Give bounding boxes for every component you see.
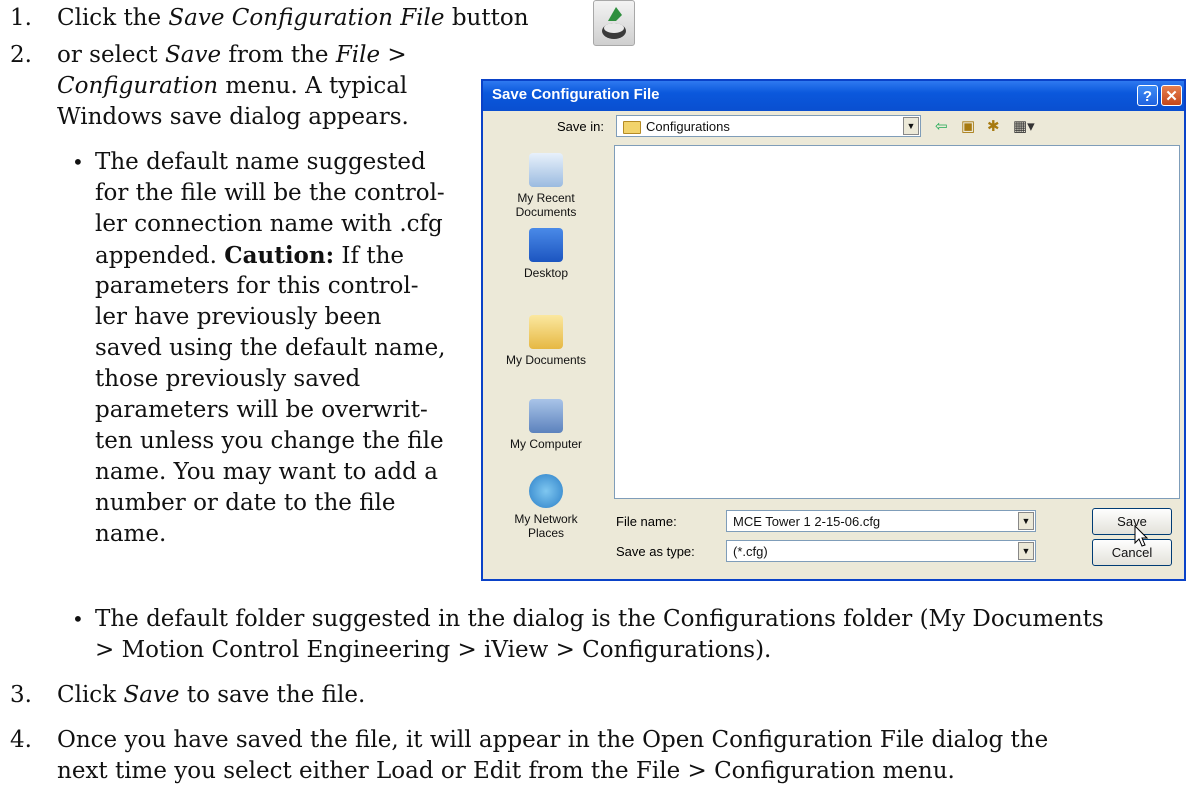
bullet-1-line: name. — [95, 521, 167, 547]
step-4-line-1: Once you have saved the file, it will ap… — [57, 727, 1049, 753]
recent-documents-icon — [529, 153, 563, 187]
save-as-type-dropdown[interactable]: (*.cfg) ▼ — [726, 540, 1036, 562]
my-computer-icon — [529, 399, 563, 433]
save-configuration-dialog: Save Configuration File ? ✕ Save in: Con… — [481, 79, 1186, 581]
bullet-1-caution-line: appended. Caution: If the — [95, 240, 404, 272]
step-number: 1. — [10, 5, 32, 31]
file-name-label: File name: — [616, 514, 677, 529]
save-in-label: Save in: — [557, 119, 604, 134]
step-4-line-2: next time you select either Load or Edit… — [57, 758, 955, 784]
file-name-field[interactable]: MCE Tower 1 2-15-06.cfg ▼ — [726, 510, 1036, 532]
cancel-button[interactable]: Cancel — [1092, 539, 1172, 566]
place-label: Places — [527, 526, 565, 540]
step-emphasis: Save — [164, 42, 222, 68]
bullet-1-line: for the file will be the control- — [95, 180, 445, 206]
save-as-type-label: Save as type: — [616, 544, 695, 559]
step-text: appended. — [95, 243, 225, 269]
step-3-text: Click Save to save the file. — [57, 680, 365, 711]
place-my-computer[interactable]: My Computer — [483, 399, 609, 451]
bullet-1-line: parameters will be overwrit- — [95, 397, 428, 423]
close-button[interactable]: ✕ — [1161, 85, 1182, 106]
step-text: from the — [221, 42, 336, 68]
desktop-icon — [529, 228, 563, 262]
save-as-type-value: (*.cfg) — [733, 544, 768, 559]
chevron-down-icon[interactable]: ▼ — [903, 117, 919, 135]
step-emphasis: Save Configuration File — [168, 5, 445, 31]
step-1-text: Click the Save Configuration File button — [57, 3, 529, 34]
save-in-dropdown[interactable]: Configurations ▼ — [616, 115, 921, 137]
bullet-1-line: ler have previously been — [95, 304, 382, 330]
caution-label: Caution: — [224, 242, 335, 269]
place-label: My Recent — [517, 191, 575, 205]
bullet-1-line: number or date to the file — [95, 490, 396, 516]
dialog-title: Save Configuration File — [492, 86, 660, 103]
folder-icon — [623, 121, 641, 135]
step-emphasis: File — [335, 42, 381, 68]
step-2-line-3: Windows save dialog appears. — [57, 104, 409, 130]
mouse-cursor-icon — [1134, 525, 1149, 547]
view-menu-icon[interactable]: ▦▾ — [1013, 117, 1035, 135]
up-folder-icon[interactable]: ▣ — [961, 117, 975, 135]
step-2-line-1: or select Save from the File > — [57, 40, 407, 71]
bullet-1-line: The default name suggested — [95, 149, 426, 175]
place-label: Desktop — [523, 266, 569, 280]
bullet-2-line: The default folder suggested in the dial… — [95, 606, 1104, 632]
back-arrow-icon[interactable]: ⇦ — [935, 117, 948, 135]
place-my-network-places[interactable]: My Network Places — [483, 474, 609, 540]
step-number: 2. — [10, 42, 32, 68]
place-label: My Computer — [509, 437, 583, 451]
bullet-1-line: saved using the default name, — [95, 335, 446, 361]
file-name-value: MCE Tower 1 2-15-06.cfg — [733, 514, 881, 529]
bullet: • — [72, 150, 84, 174]
chevron-down-icon[interactable]: ▼ — [1018, 542, 1034, 560]
step-text: or select — [57, 42, 165, 68]
step-number: 3. — [10, 682, 32, 708]
bullet-1-line: name. You may want to add a — [95, 459, 438, 485]
folder-name: Configurations — [646, 119, 730, 134]
new-folder-icon[interactable]: ✱ — [987, 117, 1000, 135]
step-number: 4. — [10, 727, 32, 753]
places-bar: My Recent Documents Desktop My Documents… — [483, 143, 609, 575]
step-text: to save the file. — [179, 682, 366, 708]
chevron-down-icon[interactable]: ▼ — [1018, 512, 1034, 530]
step-text: If the — [334, 243, 405, 269]
help-button[interactable]: ? — [1137, 85, 1158, 106]
save-in-value: Configurations — [623, 119, 730, 135]
bullet-1-line: ler connection name with .cfg — [95, 211, 443, 237]
step-text: menu. A typical — [218, 73, 408, 99]
place-label: My Network — [514, 512, 578, 526]
save-configuration-file-icon[interactable] — [593, 0, 635, 46]
place-my-recent-documents[interactable]: My Recent Documents — [483, 153, 609, 219]
bullet-1-line: parameters for this control- — [95, 273, 419, 299]
bullet-2-line: > Motion Control Engineering > iView > C… — [95, 637, 772, 663]
dialog-titlebar[interactable]: Save Configuration File ? ✕ — [483, 81, 1184, 111]
place-label: My Documents — [505, 353, 587, 367]
step-text: Click the — [57, 5, 169, 31]
step-2-line-2: Configuration menu. A typical — [57, 71, 407, 102]
place-desktop[interactable]: Desktop — [483, 228, 609, 280]
step-emphasis: Save — [123, 682, 180, 708]
bullet-1-line: those previously saved — [95, 366, 361, 392]
step-text: button — [444, 5, 529, 31]
place-my-documents[interactable]: My Documents — [483, 315, 609, 367]
step-text: > — [380, 42, 407, 68]
bullet: • — [72, 607, 84, 631]
file-list[interactable] — [614, 145, 1180, 499]
my-documents-icon — [529, 315, 563, 349]
step-text: Click — [57, 682, 124, 708]
bullet-1-line: ten unless you change the file — [95, 428, 444, 454]
place-label: Documents — [515, 205, 577, 219]
save-button[interactable]: Save — [1092, 508, 1172, 535]
step-emphasis: Configuration — [57, 73, 219, 99]
my-network-places-icon — [529, 474, 563, 508]
